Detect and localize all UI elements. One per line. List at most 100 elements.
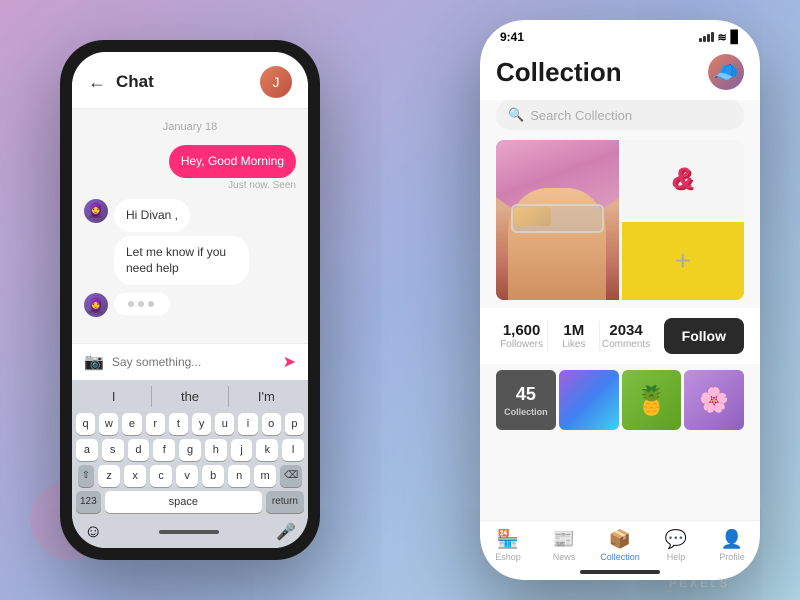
flower-icon: 🌸 <box>699 386 729 415</box>
keyboard-bottom: ☺ 🎤 <box>76 517 304 544</box>
received-message-2: Let me know if you need help <box>114 236 249 286</box>
status-icons: ≋ ▊ <box>699 30 740 44</box>
bottom-nav: 🏪 Eshop 📰 News 📦 Collection 💬 Help 👤 Pro… <box>480 520 760 566</box>
gradient-thumb[interactable] <box>559 370 619 430</box>
comments-label: Comments <box>600 339 651 350</box>
message-input[interactable] <box>112 355 275 369</box>
key-o[interactable]: o <box>262 413 281 435</box>
key-g[interactable]: g <box>179 439 201 461</box>
nav-profile[interactable]: 👤 Profile <box>704 529 760 562</box>
camera-icon[interactable]: 📷 <box>84 352 104 372</box>
key-y[interactable]: y <box>192 413 211 435</box>
grid-add-button[interactable]: + <box>622 222 745 300</box>
home-indicator <box>480 566 760 580</box>
key-r[interactable]: r <box>146 413 165 435</box>
keyboard-row-2: a s d f g h j k l <box>76 439 304 461</box>
chat-screen: ← Chat J January 18 Hey, Good Morning Ju… <box>72 52 308 548</box>
suggestion-im[interactable]: I'm <box>229 386 304 407</box>
search-bar[interactable]: 🔍 Search Collection <box>496 100 744 130</box>
key-d[interactable]: d <box>128 439 150 461</box>
followers-value: 1,600 <box>496 322 547 339</box>
key-m[interactable]: m <box>254 465 276 487</box>
nav-collection[interactable]: 📦 Collection <box>592 529 648 562</box>
nav-news[interactable]: 📰 News <box>536 529 592 562</box>
search-icon: 🔍 <box>508 107 524 123</box>
news-label: News <box>553 552 576 562</box>
emoji-icon[interactable]: ☺ <box>84 521 102 542</box>
suggestion-i[interactable]: I <box>76 386 152 407</box>
grid-main-image <box>496 140 619 300</box>
likes-label: Likes <box>548 339 599 350</box>
key-j[interactable]: j <box>231 439 253 461</box>
collection-avatar[interactable]: 🧢 <box>708 54 744 90</box>
status-bar: 9:41 ≋ ▊ <box>480 20 760 48</box>
help-label: Help <box>667 552 686 562</box>
flower-thumb[interactable]: 🌸 <box>684 370 744 430</box>
typing-dot-2 <box>138 301 144 307</box>
received-message-1: Hi Divan , <box>114 199 190 232</box>
key-x[interactable]: x <box>124 465 146 487</box>
key-u[interactable]: u <box>215 413 234 435</box>
delete-key[interactable]: ⌫ <box>280 465 302 487</box>
return-key[interactable]: return <box>266 491 304 513</box>
suggestion-the[interactable]: the <box>152 386 228 407</box>
signal-bar-1 <box>699 38 702 42</box>
likes-value: 1M <box>548 322 599 339</box>
comments-value: 2034 <box>600 322 651 339</box>
microphone-icon[interactable]: 🎤 <box>276 522 296 542</box>
home-bar <box>159 530 219 534</box>
key-l[interactable]: l <box>282 439 304 461</box>
keyboard: I the I'm q w e r t y u i o p a s d f <box>72 380 308 548</box>
key-a[interactable]: a <box>76 439 98 461</box>
key-t[interactable]: t <box>169 413 188 435</box>
date-label: January 18 <box>84 121 296 133</box>
search-placeholder: Search Collection <box>530 108 632 123</box>
key-z[interactable]: z <box>98 465 120 487</box>
key-w[interactable]: w <box>99 413 118 435</box>
chat-header: ← Chat J <box>72 52 308 109</box>
numbers-key[interactable]: 123 <box>76 491 101 513</box>
key-k[interactable]: k <box>256 439 278 461</box>
key-h[interactable]: h <box>205 439 227 461</box>
message-status: Just now. Seen <box>228 180 296 191</box>
collection-count-thumb[interactable]: 45 Collection <box>496 370 556 430</box>
signal-bar-3 <box>707 34 710 42</box>
signal-bar-2 <box>703 36 706 42</box>
chat-phone: ← Chat J January 18 Hey, Good Morning Ju… <box>60 40 320 560</box>
nav-help[interactable]: 💬 Help <box>648 529 704 562</box>
key-s[interactable]: s <box>102 439 124 461</box>
typing-dot-1 <box>128 301 134 307</box>
follow-button[interactable]: Follow <box>664 318 744 354</box>
key-i[interactable]: i <box>238 413 257 435</box>
key-b[interactable]: b <box>202 465 224 487</box>
key-v[interactable]: v <box>176 465 198 487</box>
keyboard-suggestions: I the I'm <box>76 386 304 407</box>
space-key[interactable]: space <box>105 491 262 513</box>
key-c[interactable]: c <box>150 465 172 487</box>
key-n[interactable]: n <box>228 465 250 487</box>
pineapple-icon: 🍍 <box>634 384 669 417</box>
key-q[interactable]: q <box>76 413 95 435</box>
profile-label: Profile <box>719 552 745 562</box>
signal-bars <box>699 32 714 42</box>
send-icon[interactable]: ➤ <box>283 352 296 372</box>
pineapple-thumb[interactable]: 🍍 <box>622 370 682 430</box>
keyboard-row-1: q w e r t y u i o p <box>76 413 304 435</box>
key-e[interactable]: e <box>122 413 141 435</box>
collection-count-label: Collection <box>504 407 548 417</box>
back-icon[interactable]: ← <box>88 72 106 93</box>
chat-messages: January 18 Hey, Good Morning Just now. S… <box>72 109 308 343</box>
shift-key[interactable]: ⇧ <box>78 465 94 487</box>
comments-stat: 2034 Comments <box>600 322 651 350</box>
key-p[interactable]: p <box>285 413 304 435</box>
chat-avatar[interactable]: J <box>260 66 292 98</box>
eshop-icon: 🏪 <box>497 529 519 550</box>
key-f[interactable]: f <box>153 439 175 461</box>
likes-stat: 1M Likes <box>548 322 599 350</box>
nav-eshop[interactable]: 🏪 Eshop <box>480 529 536 562</box>
chat-title: Chat <box>116 72 250 92</box>
stats-row: 1,600 Followers 1M Likes 2034 Comments F… <box>480 308 760 364</box>
collection-nav-label: Collection <box>600 552 640 562</box>
typing-avatar: 🧕 <box>84 293 108 317</box>
keyboard-row-3: ⇧ z x c v b n m ⌫ <box>76 465 304 487</box>
